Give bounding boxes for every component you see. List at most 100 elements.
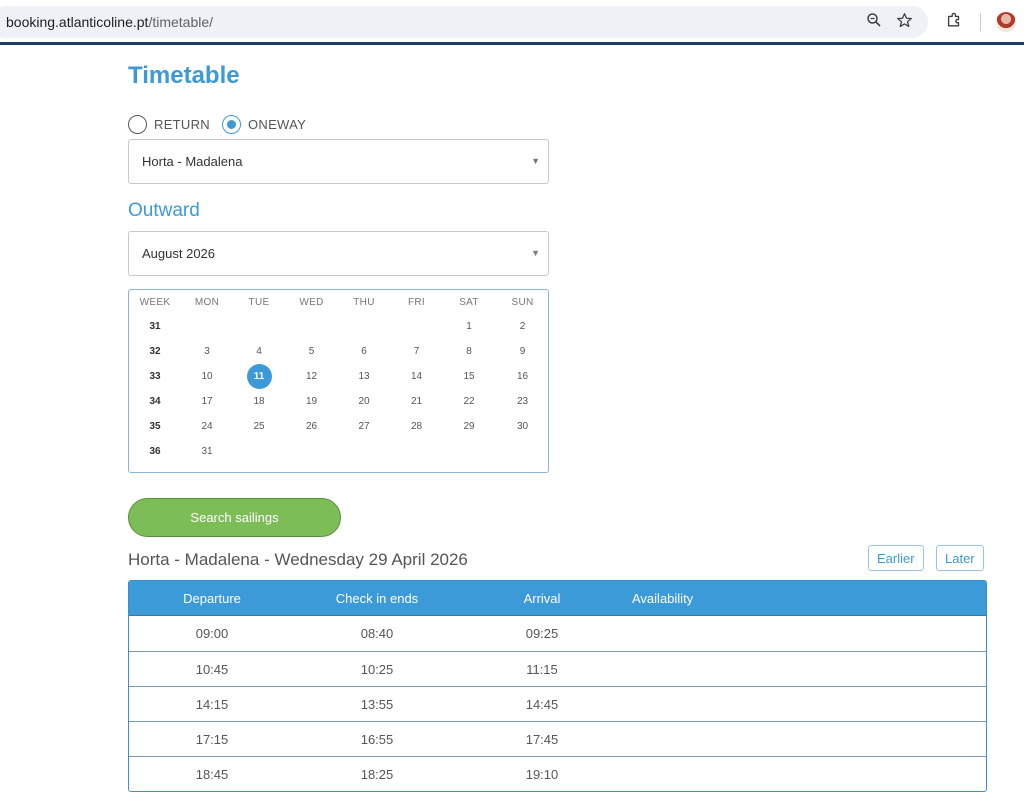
- calendar-day[interactable]: 19: [285, 396, 338, 407]
- calendar-week-row: 34 17 18 19 20 21 22 23: [129, 389, 548, 414]
- calendar-day[interactable]: 9: [495, 346, 550, 357]
- cell-arrival: 14:45: [525, 696, 559, 712]
- calendar-week-row: 36 31: [129, 439, 548, 464]
- sailings-table: Departure Check in ends Arrival Availabi…: [128, 580, 987, 792]
- calendar-day-cell[interactable]: 11: [233, 364, 285, 389]
- profile-avatar[interactable]: [996, 12, 1016, 32]
- calendar-day[interactable]: 31: [181, 446, 233, 457]
- calendar-day[interactable]: 24: [181, 421, 233, 432]
- calendar-week-row: 35 24 25 26 27 28 29 30: [129, 414, 548, 439]
- calendar-week-row: 33 10 11 12 13 14 15 16: [129, 364, 548, 389]
- calendar-day[interactable]: 16: [495, 371, 550, 382]
- calendar-header-wed: WED: [299, 296, 324, 308]
- month-select[interactable]: August 2026 ▼: [128, 231, 549, 276]
- page-title: Timetable: [128, 62, 240, 89]
- calendar-header-thu: THU: [353, 296, 375, 308]
- cell-checkin: 08:40: [360, 626, 394, 641]
- route-select[interactable]: Horta - Madalena ▼: [128, 139, 549, 184]
- route-select-value: Horta - Madalena: [142, 154, 243, 169]
- date-calendar: WEEK MON TUE WED THU FRI SAT SUN 31 1 2 32 3 4 5 6 7 8 9 3…: [128, 289, 549, 473]
- calendar-day[interactable]: 14: [390, 371, 443, 382]
- calendar-day[interactable]: 27: [338, 421, 390, 432]
- earlier-button[interactable]: Earlier: [868, 545, 924, 571]
- calendar-day[interactable]: 2: [495, 321, 550, 332]
- cell-arrival: 19:10: [525, 766, 559, 782]
- calendar-day[interactable]: 12: [285, 371, 338, 382]
- cell-departure: 14:15: [195, 696, 229, 712]
- week-number: 33: [149, 371, 161, 382]
- cell-departure: 10:45: [195, 661, 229, 677]
- search-sailings-button[interactable]: Search sailings: [128, 498, 341, 537]
- url-text[interactable]: booking.atlanticoline.pt/timetable/: [6, 14, 213, 30]
- calendar-day[interactable]: 25: [233, 421, 285, 432]
- calendar-day[interactable]: 18: [233, 396, 285, 407]
- calendar-header-row: WEEK MON TUE WED THU FRI SAT SUN: [129, 290, 548, 314]
- calendar-day[interactable]: 10: [181, 371, 233, 382]
- week-number: 31: [149, 321, 161, 332]
- url-host: booking.atlanticoline.pt: [6, 14, 149, 30]
- return-radio[interactable]: [128, 114, 147, 134]
- calendar-day[interactable]: 30: [495, 421, 550, 432]
- calendar-header-week: WEEK: [139, 296, 171, 308]
- calendar-day[interactable]: 5: [285, 346, 338, 357]
- column-header-departure: Departure: [183, 590, 241, 606]
- calendar-day[interactable]: 20: [338, 396, 390, 407]
- week-number: 32: [149, 346, 161, 357]
- toolbar-divider: [980, 13, 981, 31]
- outward-title: Outward: [128, 200, 200, 221]
- table-row[interactable]: 17:15 16:55 17:45: [129, 721, 986, 756]
- week-number: 35: [149, 421, 161, 432]
- table-row[interactable]: 09:00 08:40 09:25: [129, 616, 986, 651]
- column-header-checkin: Check in ends: [335, 590, 419, 606]
- calendar-day[interactable]: 7: [390, 346, 443, 357]
- calendar-day[interactable]: 28: [390, 421, 443, 432]
- month-select-value: August 2026: [142, 246, 216, 261]
- calendar-week-row: 31 1 2: [129, 314, 548, 339]
- table-row[interactable]: 14:15 13:55 14:45: [129, 686, 986, 721]
- results-title: Horta - Madalena - Wednesday 29 April 20…: [128, 550, 468, 569]
- cell-checkin: 10:25: [360, 661, 394, 677]
- chevron-down-icon: ▼: [531, 156, 540, 166]
- calendar-day[interactable]: 26: [285, 421, 338, 432]
- zoom-icon[interactable]: [864, 10, 884, 30]
- calendar-day[interactable]: 13: [338, 371, 390, 382]
- calendar-day[interactable]: 6: [338, 346, 390, 357]
- cell-departure: 18:45: [195, 766, 229, 782]
- week-number: 36: [149, 446, 161, 457]
- calendar-day[interactable]: 4: [233, 346, 285, 357]
- calendar-day[interactable]: 23: [495, 396, 550, 407]
- later-button[interactable]: Later: [936, 545, 984, 571]
- cell-departure: 09:00: [195, 626, 229, 641]
- oneway-radio-label[interactable]: ONEWAY: [248, 117, 306, 132]
- calendar-grid: WEEK MON TUE WED THU FRI SAT SUN 31 1 2 32 3 4 5 6 7 8 9 3…: [129, 290, 548, 464]
- calendar-week-row: 32 3 4 5 6 7 8 9: [129, 339, 548, 364]
- oneway-radio[interactable]: [221, 114, 241, 134]
- return-radio-label[interactable]: RETURN: [154, 117, 210, 132]
- calendar-day[interactable]: 21: [390, 396, 443, 407]
- cell-checkin: 18:25: [360, 766, 394, 782]
- url-path: /timetable/: [148, 14, 214, 30]
- calendar-day-selected[interactable]: 11: [246, 364, 272, 389]
- calendar-day[interactable]: 29: [443, 421, 495, 432]
- trip-type-group: RETURN ONEWAY: [128, 114, 318, 134]
- table-row[interactable]: 18:45 18:25 19:10: [129, 756, 986, 791]
- browser-toolbar: booking.atlanticoline.pt/timetable/: [0, 0, 1024, 45]
- cell-arrival: 17:45: [525, 731, 559, 747]
- table-row[interactable]: 10:45 10:25 11:15: [129, 651, 986, 686]
- calendar-header-mon: MON: [194, 296, 220, 308]
- calendar-header-sun: SUN: [511, 296, 534, 308]
- cell-arrival: 09:25: [525, 626, 559, 641]
- address-bar[interactable]: booking.atlanticoline.pt/timetable/: [0, 6, 928, 38]
- column-header-arrival: Arrival: [523, 590, 561, 606]
- calendar-day[interactable]: 22: [443, 396, 495, 407]
- extensions-puzzle-icon[interactable]: [944, 10, 964, 30]
- table-body: 09:00 08:40 09:25 10:45 10:25 11:15 14:15 13:55…: [129, 616, 986, 791]
- calendar-day[interactable]: 17: [181, 396, 233, 407]
- calendar-day[interactable]: 8: [443, 346, 495, 357]
- calendar-day[interactable]: 3: [181, 346, 233, 357]
- calendar-day[interactable]: 1: [443, 321, 495, 332]
- calendar-header-sat: SAT: [459, 296, 479, 308]
- bookmark-star-icon[interactable]: [894, 10, 914, 30]
- calendar-day[interactable]: 15: [443, 371, 495, 382]
- week-number: 34: [149, 396, 161, 407]
